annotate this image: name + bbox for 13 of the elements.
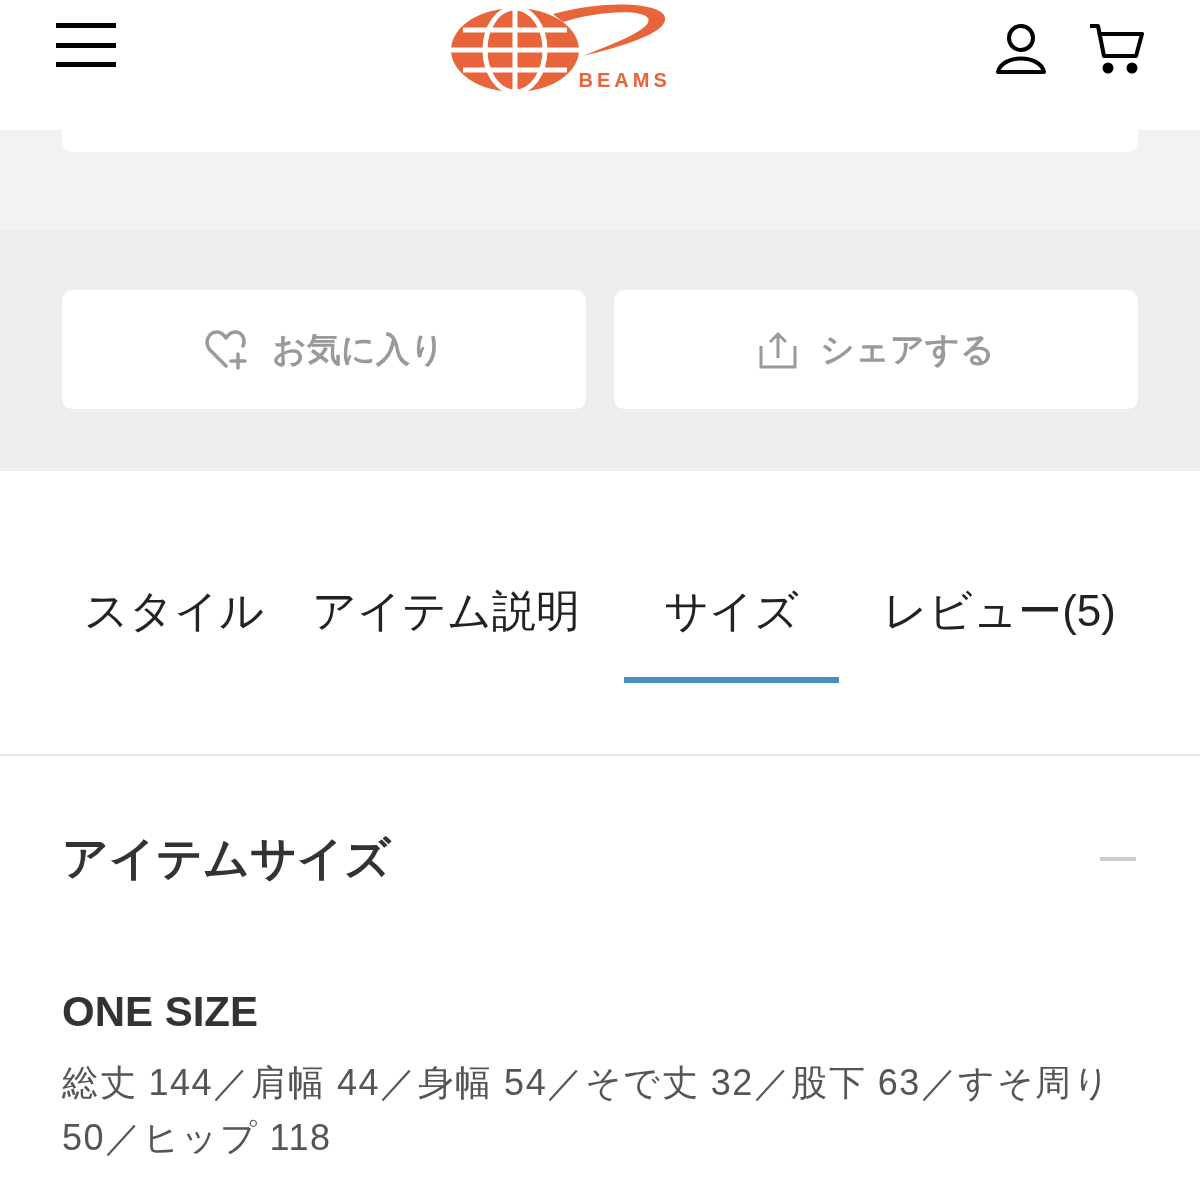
user-icon[interactable] <box>994 22 1048 76</box>
size-details: 総丈 144／肩幅 44／身幅 54／そで丈 32／股下 63／すそ周り 50／ヒップ 118 <box>62 1061 1113 1160</box>
logo-text: BEAMS <box>578 70 671 90</box>
section-title: アイテムサイズ <box>62 831 391 886</box>
size-name: ONE SIZE <box>62 991 260 1033</box>
tab[interactable]: サイズ <box>624 571 840 683</box>
upload-icon <box>757 329 798 370</box>
heart-plus-icon <box>203 327 250 372</box>
tab[interactable]: スタイル <box>60 571 288 683</box>
menu-icon[interactable] <box>56 22 116 68</box>
tab[interactable]: アイテム説明 <box>288 571 604 683</box>
tab[interactable]: レビュー(5) <box>859 571 1140 683</box>
cart-icon[interactable] <box>1088 22 1144 76</box>
